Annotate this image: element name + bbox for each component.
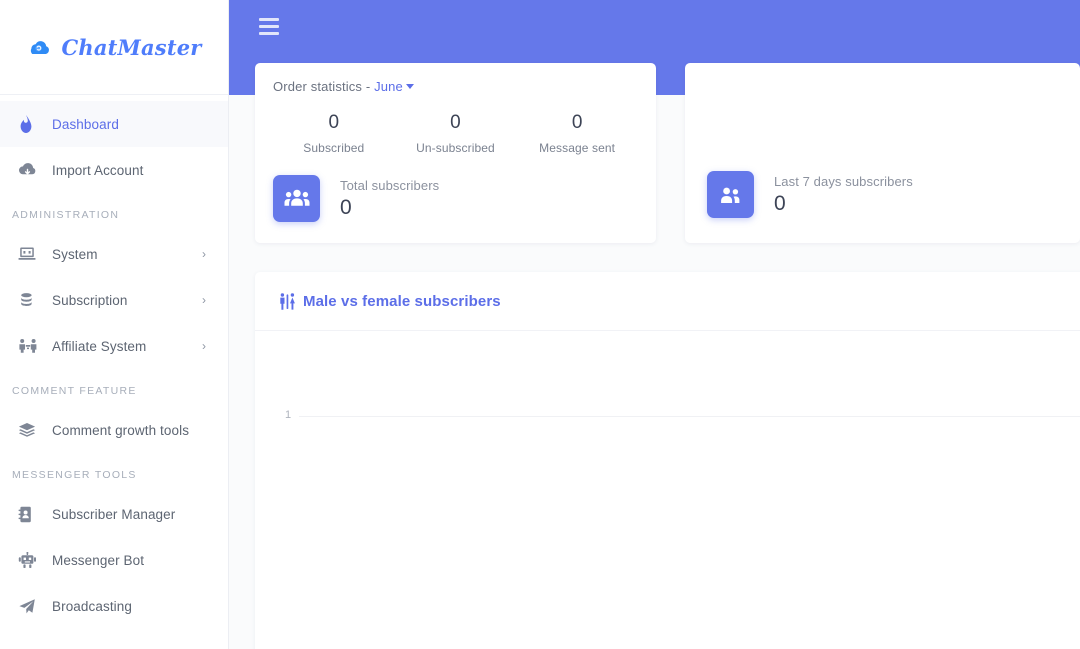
app-root: ChatMaster Dashboard Import Account ADMI… [0,0,1080,649]
chart-gridline [299,416,1080,417]
male-vs-female-chart-card: Male vs female subscribers 1 [255,272,1080,649]
robot-icon [18,551,52,569]
male-female-icon [279,292,296,310]
total-subscribers-row: Total subscribers 0 [273,174,638,222]
address-book-icon [18,506,52,523]
cloud-icon [26,34,52,60]
last-7-days-subscribers-card: Last 7 days subscribers 0 [684,63,1080,243]
brand-name: ChatMaster [61,34,202,60]
stat-subscribed: 0 Subscribed [273,110,395,155]
users-group-icon [273,174,320,222]
dashboard-content: Order statistics - June 0 Subscribed 0 U… [229,0,1080,649]
total-subscribers-text: Total subscribers 0 [340,178,439,219]
users-group-icon [706,171,754,218]
hamburger-menu-icon[interactable] [259,18,279,35]
handshake-icon [18,338,52,354]
sidebar-heading-messenger-tools: MESSENGER TOOLS [12,469,137,481]
order-statistics-columns: 0 Subscribed 0 Un-subscribed 0 Message s… [273,110,638,155]
sidebar: ChatMaster Dashboard Import Account ADMI… [0,0,229,649]
order-statistics-title-prefix: Order statistics - [273,79,375,94]
stat-cards-row: Order statistics - June 0 Subscribed 0 U… [255,63,1080,243]
sidebar-item-label: Subscriber Manager [52,506,176,522]
desktop-icon [18,246,52,262]
stat-label: Message sent [539,140,616,155]
sidebar-item-label: Messenger Bot [52,552,145,568]
paper-plane-icon [18,598,52,615]
stat-label: Un-subscribed [416,140,495,155]
chart-plot-area: 1 [255,331,1080,649]
sidebar-nav: Dashboard Import Account ADMINISTRATION [0,95,228,629]
main-area: Order statistics - June 0 Subscribed 0 U… [229,0,1080,649]
coins-icon [18,292,52,308]
sidebar-item-comment-growth-tools[interactable]: Comment growth tools [0,407,228,453]
chevron-right-icon: › [202,339,206,353]
chart-header: Male vs female subscribers [255,272,1080,331]
sidebar-item-label: Comment growth tools [52,422,190,438]
last-7-days-text: Last 7 days subscribers 0 [774,174,913,215]
stat-value: 0 [328,112,340,133]
stat-value: 0 [450,112,461,133]
order-statistics-title: Order statistics - June [273,79,638,94]
sidebar-item-dashboard[interactable]: Dashboard [0,101,228,147]
stat-message-sent: 0 Message sent [516,110,638,155]
sidebar-item-broadcasting[interactable]: Broadcasting [0,583,228,629]
sidebar-item-label: Dashboard [52,116,119,132]
sidebar-item-label: Subscription [52,292,128,308]
chart-ytick-1: 1 [285,409,292,421]
total-subscribers-label: Total subscribers [340,177,440,193]
sidebar-item-messenger-bot[interactable]: Messenger Bot [0,537,228,583]
brand-logo[interactable]: ChatMaster [0,0,228,95]
last-7-days-label: Last 7 days subscribers [773,173,913,189]
chevron-right-icon: › [202,293,206,307]
order-statistics-card: Order statistics - June 0 Subscribed 0 U… [255,63,656,243]
last-7-days-value: 0 [773,191,786,215]
sidebar-item-label: Affiliate System [52,338,147,354]
sidebar-item-system[interactable]: System › [0,231,228,277]
layers-icon [18,422,52,438]
order-statistics-month[interactable]: June [374,79,403,94]
sidebar-item-import-account[interactable]: Import Account [0,147,228,193]
sidebar-heading-comment-feature: COMMENT FEATURE [12,385,137,397]
chevron-right-icon: › [202,247,206,261]
sidebar-item-affiliate-system[interactable]: Affiliate System › [0,323,228,369]
stat-unsubscribed: 0 Un-subscribed [395,110,517,155]
sidebar-item-label: System [52,246,98,262]
total-subscribers-value: 0 [340,195,352,219]
sidebar-item-subscription[interactable]: Subscription › [0,277,228,323]
sidebar-item-subscriber-manager[interactable]: Subscriber Manager [0,491,228,537]
stat-label: Subscribed [303,140,365,155]
cloud-download-icon [18,162,52,178]
stat-value: 0 [571,112,583,133]
chevron-down-icon[interactable] [405,84,414,89]
sidebar-item-label: Broadcasting [52,598,132,614]
last-7-days-row: Last 7 days subscribers 0 [706,171,913,218]
sidebar-item-label: Import Account [52,162,144,178]
chart-title: Male vs female subscribers [303,292,501,310]
sidebar-heading-administration: ADMINISTRATION [12,209,120,221]
flame-icon [18,115,52,133]
